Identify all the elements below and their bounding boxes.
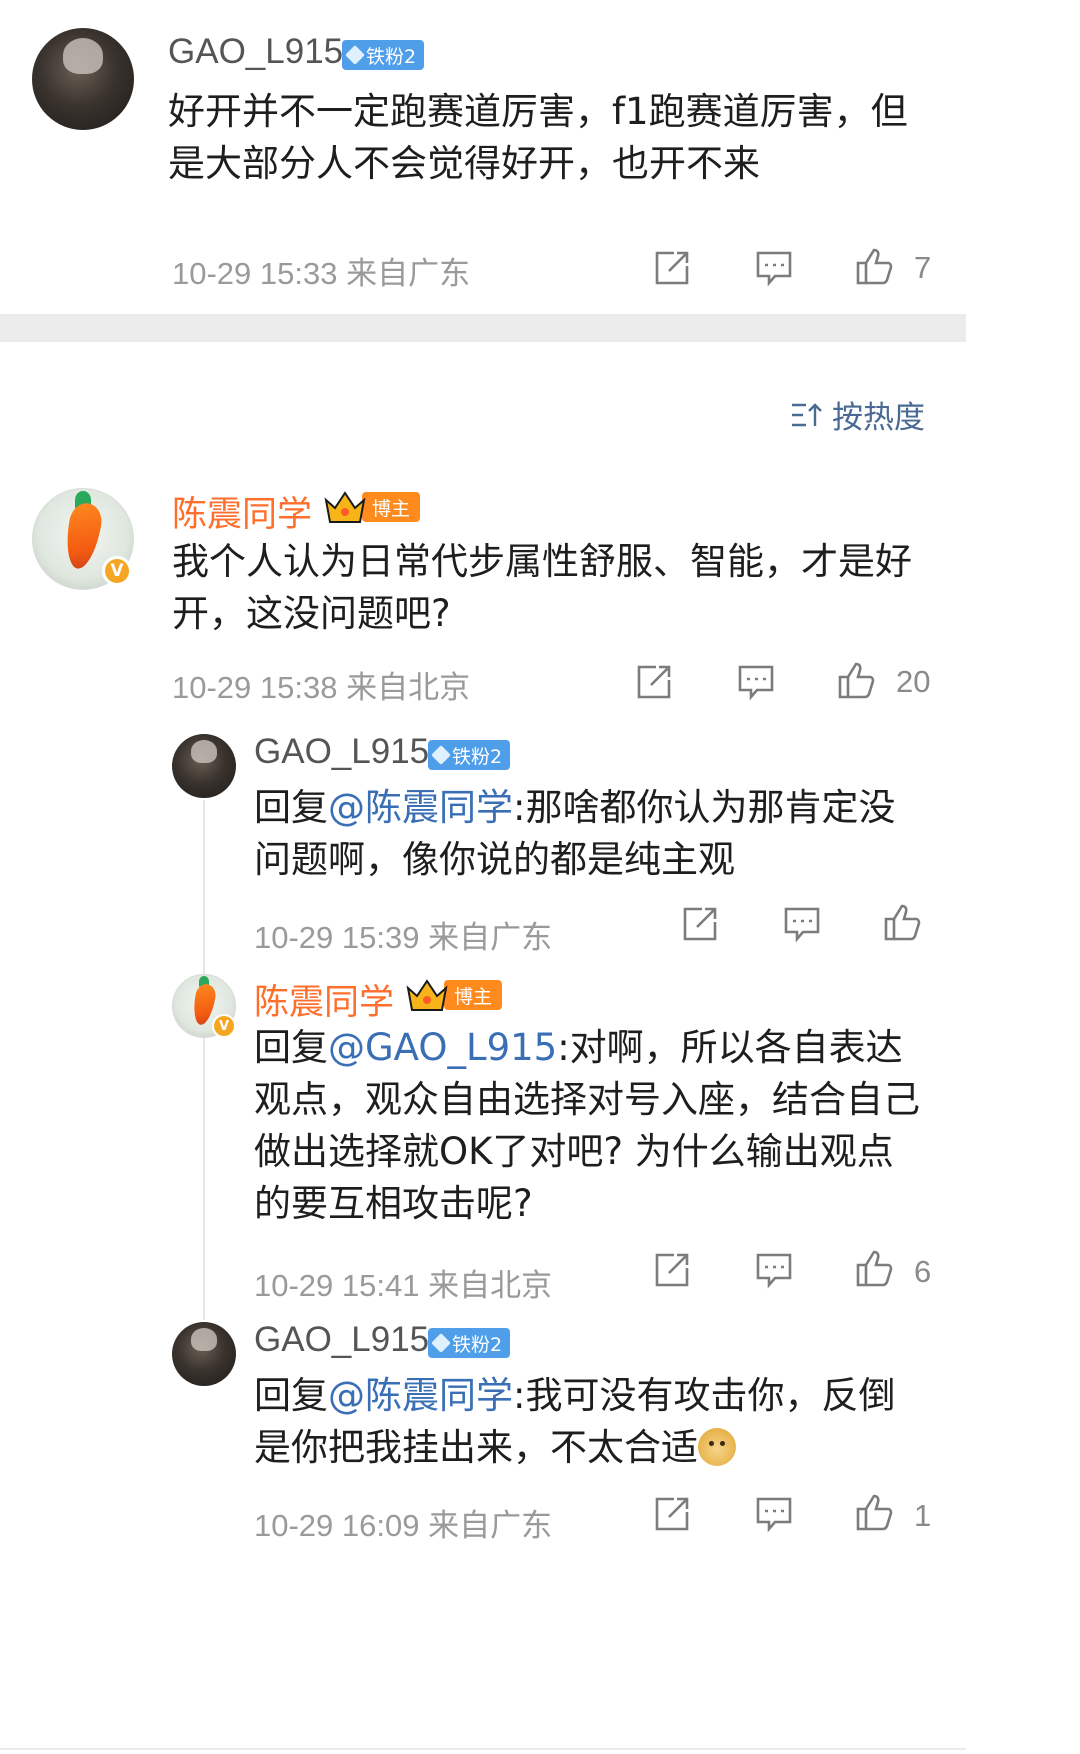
username[interactable]: GAO_L915 — [254, 1320, 429, 1360]
like-icon[interactable] — [882, 902, 922, 942]
bottom-divider — [0, 1748, 966, 1750]
like-count: 1 — [914, 1498, 932, 1533]
like-count: 20 — [896, 664, 931, 699]
reply-prefix: 回复 — [254, 1026, 328, 1069]
fan-badge-label: 铁粉2 — [366, 45, 417, 68]
reply-text: 回复@GAO_L915:对啊，所以各自表达观点，观众自由选择对号入座，结合自己做… — [254, 1022, 922, 1230]
mention-link[interactable]: @GAO_L915 — [328, 1026, 557, 1069]
username[interactable]: 陈震同学 — [254, 974, 394, 1025]
comment-icon[interactable] — [754, 248, 794, 288]
fan-level-badge: 铁粉2 — [428, 1328, 511, 1358]
blogger-badge: 博主 — [404, 976, 503, 1014]
comment-meta: 10-29 16:09 来自广东 — [254, 1508, 553, 1543]
avatar[interactable] — [172, 734, 236, 798]
sort-button[interactable]: 按热度 — [790, 392, 925, 437]
verified-v-icon: V — [102, 556, 132, 586]
mention-link[interactable]: @陈震同学 — [328, 786, 513, 829]
share-icon[interactable] — [652, 1250, 692, 1290]
diamond-icon — [431, 1333, 451, 1353]
fan-badge-label: 铁粉2 — [452, 1333, 503, 1356]
username[interactable]: 陈震同学 — [172, 486, 312, 537]
share-icon[interactable] — [680, 904, 720, 944]
comment-icon[interactable] — [736, 662, 776, 702]
verified-v-icon: V — [212, 1014, 236, 1038]
comment-meta: 10-29 15:39 来自广东 — [254, 920, 553, 955]
reply-prefix: 回复 — [254, 786, 328, 829]
comment-text: 我个人认为日常代步属性舒服、智能，才是好开，这没问题吧? — [172, 540, 912, 635]
avatar[interactable] — [32, 28, 134, 130]
share-icon[interactable] — [634, 662, 674, 702]
mention-link[interactable]: @陈震同学 — [328, 1374, 513, 1417]
carrot-shape — [61, 500, 105, 572]
comment-text: 好开并不一定跑赛道厉害，f1跑赛道厉害，但是大部分人不会觉得好开，也开不来 — [168, 90, 908, 185]
fan-badge-label: 铁粉2 — [452, 745, 503, 768]
fan-level-badge: 铁粉2 — [342, 40, 425, 70]
blogger-badge: 博主 — [322, 488, 421, 526]
blogger-tag: 博主 — [362, 492, 421, 522]
crown-icon — [322, 488, 368, 526]
share-icon[interactable] — [652, 1494, 692, 1534]
section-divider — [0, 314, 966, 342]
sort-label: 按热度 — [832, 400, 925, 436]
comment-icon[interactable] — [782, 904, 822, 944]
diamond-icon — [345, 45, 365, 65]
reply-prefix: 回复 — [254, 1374, 328, 1417]
like-icon[interactable] — [854, 1248, 894, 1288]
like-icon[interactable] — [854, 246, 894, 286]
like-count: 6 — [914, 1254, 932, 1289]
username[interactable]: GAO_L915 — [168, 32, 343, 72]
comment-meta: 10-29 15:33 来自广东 — [172, 256, 471, 291]
fan-level-badge: 铁粉2 — [428, 740, 511, 770]
like-icon[interactable] — [836, 660, 876, 700]
username[interactable]: GAO_L915 — [254, 732, 429, 772]
crown-icon — [404, 976, 450, 1014]
reply-text: 回复@陈震同学:那啥都你认为那肯定没问题啊，像你说的都是纯主观 — [254, 782, 924, 886]
sort-icon — [792, 402, 822, 426]
avatar[interactable] — [172, 1322, 236, 1386]
comment-meta: 10-29 15:38 来自北京 — [172, 670, 471, 705]
blogger-tag: 博主 — [444, 980, 503, 1010]
right-margin — [966, 0, 1080, 1754]
comment-icon[interactable] — [754, 1494, 794, 1534]
comment-icon[interactable] — [754, 1250, 794, 1290]
doge-emoji-icon — [698, 1428, 736, 1466]
share-icon[interactable] — [652, 248, 692, 288]
diamond-icon — [431, 745, 451, 765]
thread-line — [203, 800, 205, 1320]
like-icon[interactable] — [854, 1492, 894, 1532]
like-count: 7 — [914, 250, 932, 285]
comment-meta: 10-29 15:41 来自北京 — [254, 1268, 553, 1303]
reply-text: 回复@陈震同学:我可没有攻击你，反倒是你把我挂出来，不太合适 — [254, 1370, 914, 1474]
